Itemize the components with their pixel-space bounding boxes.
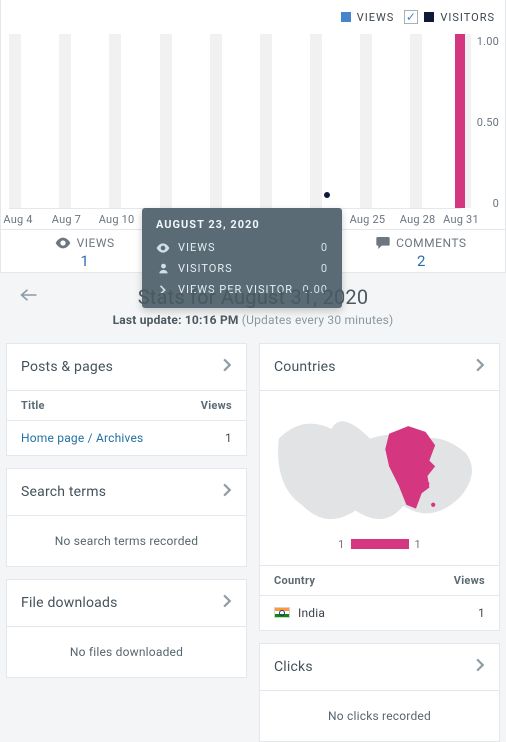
- panel-header[interactable]: Search terms: [7, 469, 246, 515]
- panel-header[interactable]: File downloads: [7, 580, 246, 626]
- back-arrow-icon[interactable]: [20, 287, 38, 306]
- panels-grid: Posts & pages Title Views Home page / Ar…: [0, 337, 506, 742]
- chart-legend: VIEWS ✓ VISITORS: [1, 0, 505, 34]
- panel-posts-pages: Posts & pages Title Views Home page / Ar…: [6, 343, 247, 456]
- legend-bar-icon: [351, 539, 409, 549]
- table-row[interactable]: Home page / Archives 1: [7, 420, 246, 455]
- tooltip-views-value: 0: [302, 241, 328, 254]
- country-name: India: [298, 606, 325, 620]
- page-title: Stats for August 31, 2020: [0, 285, 506, 309]
- legend-min: 1: [338, 538, 344, 551]
- left-column: Posts & pages Title Views Home page / Ar…: [6, 343, 247, 742]
- panel-title: File downloads: [21, 595, 118, 611]
- x-tick: Aug 28: [400, 213, 436, 226]
- panel-file-downloads: File downloads No files downloaded: [6, 579, 247, 678]
- table-head: Title Views: [7, 390, 246, 420]
- empty-state: No search terms recorded: [7, 515, 246, 566]
- panel-header[interactable]: Countries: [260, 344, 499, 390]
- tooltip-views-label: VIEWS: [178, 241, 294, 254]
- post-link[interactable]: Home page / Archives: [21, 431, 143, 445]
- legend-views-label: VIEWS: [357, 11, 395, 24]
- x-tick: Aug 10: [99, 213, 135, 226]
- panel-countries: Countries 1 1: [259, 343, 500, 631]
- table-head: Country Views: [260, 565, 499, 595]
- views-bar-aug31[interactable]: [455, 34, 465, 208]
- post-views: 1: [225, 431, 232, 445]
- square-icon: [424, 12, 434, 22]
- y-tick: 0: [469, 197, 499, 210]
- eye-icon: [55, 237, 71, 249]
- panel-clicks: Clicks No clicks recorded: [259, 643, 500, 742]
- y-tick: 1.00: [469, 35, 499, 48]
- tab-views-label: VIEWS: [77, 236, 115, 250]
- col-country: Country: [274, 574, 315, 587]
- x-tick: Aug 7: [52, 213, 81, 226]
- page-heading: Stats for August 31, 2020 Last update: 1…: [0, 273, 506, 337]
- x-tick: Aug 4: [3, 213, 32, 226]
- page-subtitle: Last update: 10:16 PM (Updates every 30 …: [0, 313, 506, 327]
- legend-visitors-label: VISITORS: [440, 11, 495, 24]
- y-axis: 1.00 0.50 0: [469, 35, 499, 210]
- col-views: Views: [201, 399, 232, 412]
- tooltip-row-views: VIEWS 0: [156, 241, 328, 254]
- chevron-right-icon: [223, 594, 232, 612]
- tab-comments[interactable]: COMMENTS 2: [338, 230, 505, 275]
- tab-comments-label: COMMENTS: [396, 236, 466, 250]
- checkbox-icon[interactable]: ✓: [404, 10, 418, 24]
- country-views: 1: [478, 606, 485, 620]
- legend-max: 1: [415, 538, 421, 551]
- data-point[interactable]: [324, 192, 330, 198]
- x-tick: Aug 31: [443, 213, 479, 226]
- eye-icon: [156, 243, 170, 253]
- flag-in-icon: [274, 607, 290, 618]
- square-icon: [341, 12, 351, 22]
- chevron-right-icon: [223, 483, 232, 501]
- chevron-right-icon: [476, 658, 485, 676]
- panel-title: Clicks: [274, 659, 313, 675]
- chevron-right-icon: [223, 358, 232, 376]
- tab-views-value: 1: [80, 252, 89, 270]
- panel-title: Search terms: [21, 484, 106, 500]
- x-tick: Aug 25: [350, 213, 386, 226]
- last-update: Last update: 10:16 PM: [113, 313, 239, 327]
- panel-header[interactable]: Posts & pages: [7, 344, 246, 390]
- countries-map[interactable]: 1 1: [260, 390, 499, 565]
- legend-views[interactable]: VIEWS: [341, 11, 395, 24]
- tooltip-title: AUGUST 23, 2020: [156, 218, 328, 231]
- right-column: Countries 1 1: [259, 343, 500, 742]
- chevron-right-icon: [476, 358, 485, 376]
- panel-title: Countries: [274, 359, 336, 375]
- map-legend: 1 1: [274, 538, 485, 551]
- panel-search-terms: Search terms No search terms recorded: [6, 468, 247, 567]
- comment-icon: [376, 237, 390, 249]
- col-title: Title: [21, 399, 45, 412]
- y-tick: 0.50: [469, 116, 499, 129]
- panel-header[interactable]: Clicks: [260, 644, 499, 690]
- empty-state: No files downloaded: [7, 626, 246, 677]
- tab-comments-value: 2: [417, 252, 426, 270]
- update-interval: (Updates every 30 minutes): [242, 313, 394, 327]
- panel-title: Posts & pages: [21, 359, 113, 375]
- col-views: Views: [454, 574, 485, 587]
- chart-plot[interactable]: [9, 34, 461, 209]
- table-row[interactable]: India 1: [260, 595, 499, 630]
- empty-state: No clicks recorded: [260, 690, 499, 741]
- legend-visitors[interactable]: ✓ VISITORS: [404, 10, 495, 24]
